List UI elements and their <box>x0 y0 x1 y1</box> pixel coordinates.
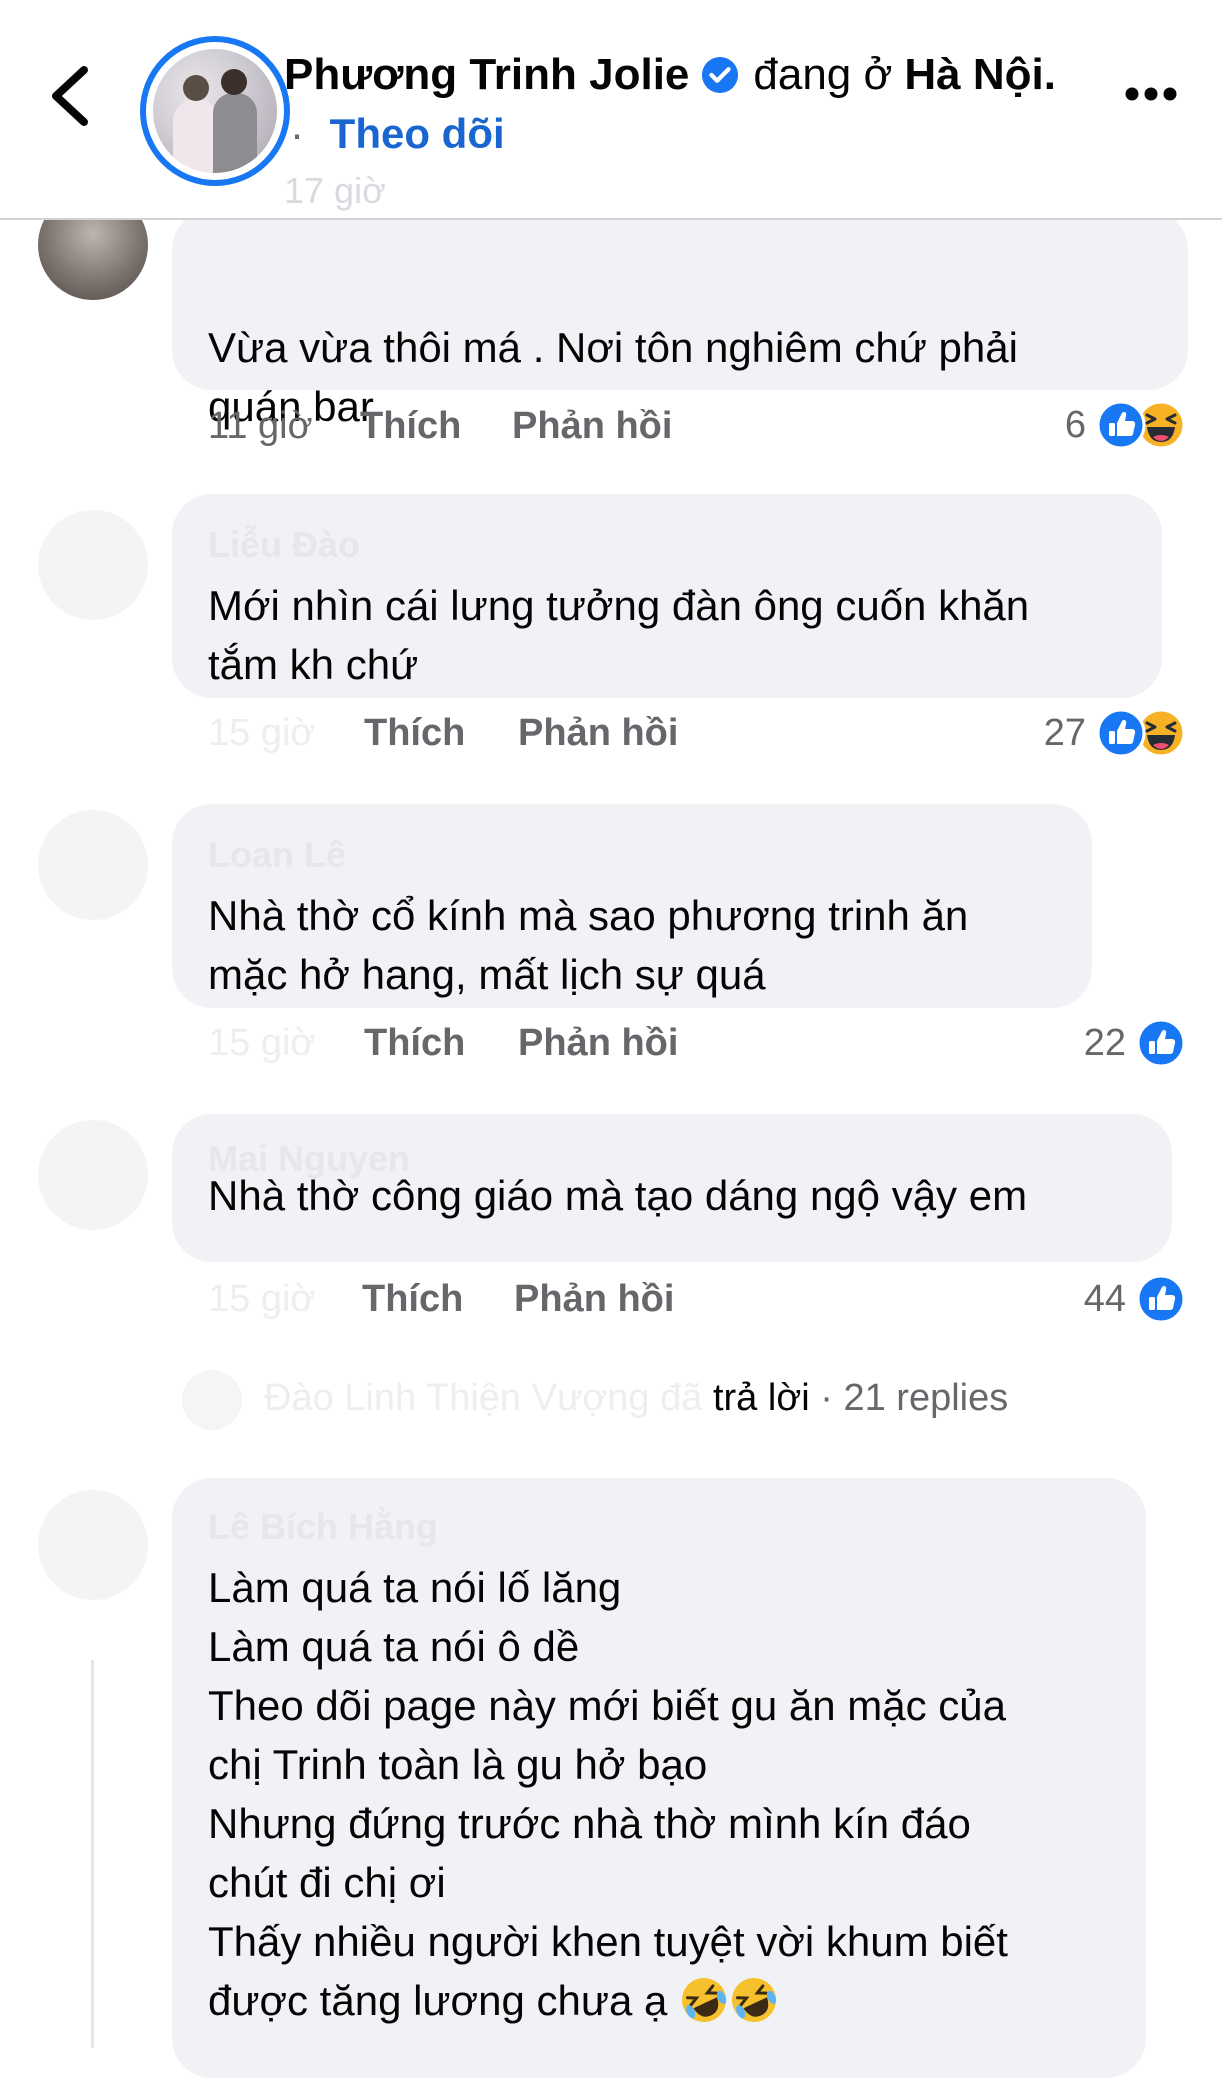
comment-time: 15 giờ <box>208 1022 316 1064</box>
comment-bubble[interactable]: Lê Bích Hằng Làm quá ta nói lố lăng Làm … <box>172 1478 1146 2078</box>
post-header: Phương Trinh Jolie đang ở Hà Nội. · Theo… <box>0 0 1222 220</box>
replied-label: trả lời <box>712 1377 810 1420</box>
rofl-emoji <box>732 1978 777 2022</box>
page-avatar-photo <box>153 49 277 173</box>
page-name[interactable]: Phương Trinh Jolie <box>284 50 689 100</box>
thread-line <box>91 1660 94 2048</box>
follow-button[interactable]: Theo dõi <box>330 110 505 157</box>
reaction-summary[interactable]: 22 <box>1084 1018 1186 1068</box>
commenter-avatar[interactable] <box>38 1120 148 1230</box>
comment-text: Nhà thờ công giáo mà tạo dáng ngộ vậy em <box>208 1172 1028 1219</box>
reply-button[interactable]: Phản hồi <box>518 1022 678 1065</box>
like-button[interactable]: Thích <box>360 405 461 448</box>
like-icon <box>1096 708 1146 758</box>
commenter-avatar[interactable] <box>38 510 148 620</box>
comment-bubble[interactable]: Vừa vừa thôi má . Nơi tôn nghiêm chứ phả… <box>172 210 1188 430</box>
reaction-count: 44 <box>1083 1277 1126 1320</box>
reaction-count: 6 <box>1064 403 1086 446</box>
reply-count: · 21 replies <box>820 1377 1009 1420</box>
comment-time: 15 giờ <box>208 712 316 754</box>
comment-text-body: Làm quá ta nói lố lăng Làm quá ta nói ô … <box>208 1564 1008 2024</box>
like-button[interactable]: Thích <box>364 712 465 755</box>
post-title-line: Phương Trinh Jolie đang ở Hà Nội. <box>284 50 1056 100</box>
rofl-emoji <box>682 1978 727 2022</box>
reply-button[interactable]: Phản hồi <box>518 712 678 755</box>
verified-badge-icon <box>702 56 739 94</box>
comment-text: Mới nhìn cái lưng tưởng đàn ông cuốn khă… <box>208 582 1030 688</box>
more-options-icon[interactable] <box>1124 84 1178 104</box>
comment-bubble[interactable]: Mai Nguyen Nhà thờ công giáo mà tạo dáng… <box>172 1114 1172 1262</box>
comment-text: Nhà thờ cổ kính mà sao phương trinh ăn m… <box>208 892 969 998</box>
like-icon <box>1096 400 1146 450</box>
location-prefix: đang ở <box>753 50 893 99</box>
reaction-summary[interactable]: 44 <box>1084 1274 1186 1324</box>
commenter-name[interactable]: Lê Bích Hằng <box>208 1506 438 1548</box>
like-button[interactable]: Thích <box>362 1278 463 1321</box>
like-button[interactable]: Thích <box>364 1022 465 1065</box>
comment-text: Làm quá ta nói lố lăng Làm quá ta nói ô … <box>208 1558 1008 2030</box>
reaction-summary[interactable]: 27 <box>1044 708 1186 758</box>
back-arrow-icon[interactable] <box>46 64 94 128</box>
comment-bubble[interactable]: Liễu Đào Mới nhìn cái lưng tưởng đàn ông… <box>172 494 1162 698</box>
replier-name: Đào Linh Thiện Vượng đã <box>264 1377 703 1420</box>
commenter-avatar[interactable] <box>38 810 148 920</box>
commenter-avatar[interactable] <box>38 1490 148 1600</box>
follow-line: · Theo dõi <box>290 110 505 158</box>
reaction-count: 22 <box>1083 1021 1126 1064</box>
commenter-name[interactable]: Liễu Đào <box>208 524 360 566</box>
reaction-summary[interactable]: 6 <box>1065 400 1186 450</box>
reply-button[interactable]: Phản hồi <box>512 405 672 448</box>
like-icon <box>1136 1018 1186 1068</box>
reply-button[interactable]: Phản hồi <box>514 1278 674 1321</box>
separator-dot: · <box>290 110 304 157</box>
post-time: 17 giờ <box>284 170 386 211</box>
reaction-count: 27 <box>1043 711 1086 754</box>
comment-time: 11 giờ <box>208 405 313 447</box>
comment-bubble[interactable]: Loan Lê Nhà thờ cổ kính mà sao phương tr… <box>172 804 1092 1008</box>
location-name[interactable]: Hà Nội. <box>904 50 1056 100</box>
replier-avatar <box>182 1370 242 1430</box>
view-replies-link[interactable]: Đào Linh Thiện Vượng đã trả lời · 21 rep… <box>182 1370 1008 1430</box>
comment-time: 15 giờ <box>208 1278 316 1320</box>
like-icon <box>1136 1274 1186 1324</box>
page-avatar[interactable] <box>140 36 290 186</box>
commenter-name[interactable]: Loan Lê <box>208 834 346 876</box>
